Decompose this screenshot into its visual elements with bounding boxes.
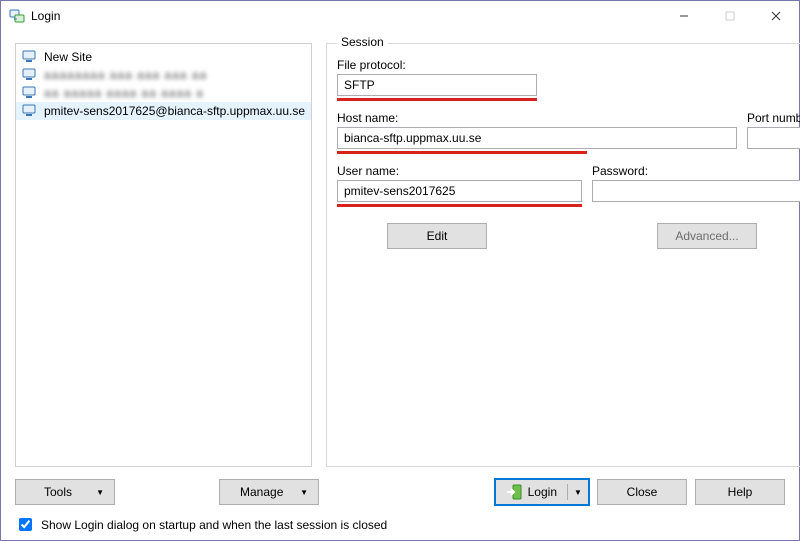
app-icon: [9, 8, 25, 24]
login-icon: [506, 484, 522, 500]
login-button[interactable]: Login ▼: [495, 479, 589, 505]
login-dropdown[interactable]: ▼: [568, 488, 588, 497]
site-item-obscured-2[interactable]: aa aaaaa aaaa aa aaaa a: [16, 84, 311, 102]
port-input[interactable]: [747, 127, 800, 149]
site-item-new[interactable]: New Site: [16, 48, 311, 66]
site-item-obscured-1[interactable]: aaaaaaaa aaa aaa aaa aa: [16, 66, 311, 84]
bottom-bar: Tools▼ Manage▼ Login ▼ Close Help: [15, 479, 785, 505]
maximize-button: [707, 1, 753, 31]
site-label: aaaaaaaa aaa aaa aaa aa: [44, 68, 207, 82]
session-group: Session File protocol: SFTP Host name:: [326, 43, 800, 467]
help-button[interactable]: Help: [695, 479, 785, 505]
site-icon: [22, 104, 38, 118]
session-legend: Session: [337, 35, 388, 49]
user-input[interactable]: [337, 180, 582, 202]
chevron-down-icon: ▼: [300, 488, 308, 497]
startup-checkbox-row[interactable]: Show Login dialog on startup and when th…: [15, 515, 785, 534]
tools-button[interactable]: Tools▼: [15, 479, 115, 505]
protocol-select[interactable]: SFTP: [337, 74, 537, 96]
site-icon: [22, 86, 38, 100]
password-label: Password:: [592, 164, 800, 178]
chevron-down-icon: ▼: [96, 488, 104, 497]
minimize-button[interactable]: [661, 1, 707, 31]
host-input[interactable]: [337, 127, 737, 149]
startup-checkbox-label: Show Login dialog on startup and when th…: [41, 518, 387, 532]
site-label: aa aaaaa aaaa aa aaaa a: [44, 86, 204, 100]
password-input[interactable]: [592, 180, 800, 202]
protocol-label: File protocol:: [337, 58, 800, 72]
site-icon: [22, 68, 38, 82]
sites-list[interactable]: New Site aaaaaaaa aaa aaa aaa aa aa aaaa…: [15, 43, 312, 467]
edit-button[interactable]: Edit: [387, 223, 487, 249]
host-label: Host name:: [337, 111, 737, 125]
startup-checkbox[interactable]: [19, 518, 32, 531]
user-label: User name:: [337, 164, 582, 178]
site-label: New Site: [44, 50, 92, 64]
site-icon: [22, 50, 38, 64]
advanced-button: Advanced...: [657, 223, 757, 249]
highlight-underline: [337, 204, 582, 207]
site-item-selected[interactable]: pmitev-sens2017625@bianca-sftp.uppmax.uu…: [16, 102, 311, 120]
site-label: pmitev-sens2017625@bianca-sftp.uppmax.uu…: [44, 104, 305, 118]
port-label: Port number:: [747, 111, 800, 125]
window-title: Login: [31, 9, 661, 23]
close-button[interactable]: Close: [597, 479, 687, 505]
manage-button[interactable]: Manage▼: [219, 479, 319, 505]
close-window-button[interactable]: [753, 1, 799, 31]
titlebar: Login: [1, 1, 799, 31]
window-controls: [661, 1, 799, 31]
